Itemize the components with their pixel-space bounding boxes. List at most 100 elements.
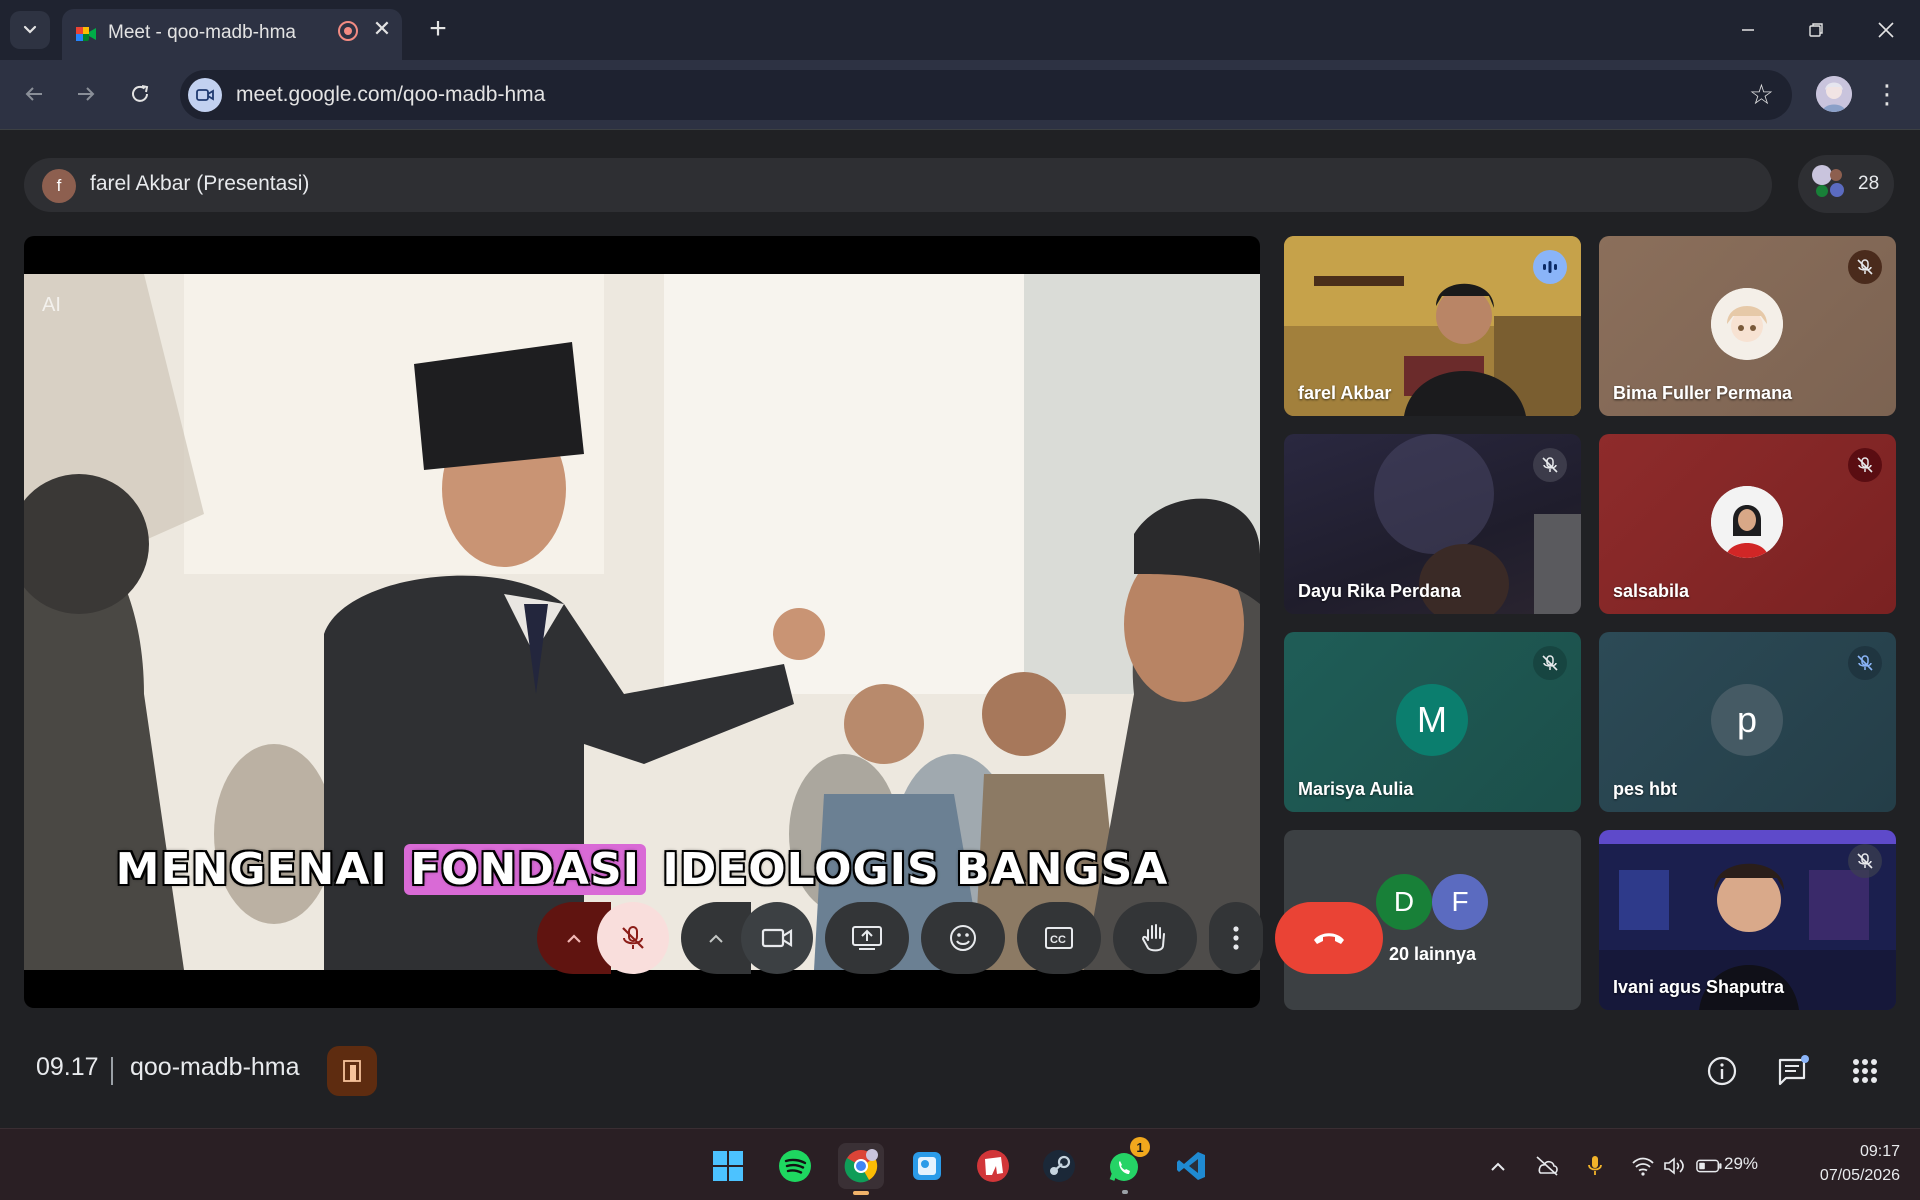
new-tab-button[interactable]: + — [420, 12, 456, 46]
participant-tile[interactable]: p pes hbt — [1599, 632, 1896, 812]
presentation-stage[interactable]: AI MENGENAI FONDASI IDEOLOGIS BANGSA — [24, 236, 1260, 1008]
present-screen-button[interactable] — [825, 902, 909, 974]
divider — [111, 1057, 113, 1085]
presenting-label: farel Akbar (Presentasi) — [90, 172, 310, 195]
participant-tile[interactable]: Ivani agus Shaputra — [1599, 830, 1896, 1010]
raise-hand-icon — [1141, 924, 1165, 952]
chevron-up-icon — [567, 934, 581, 943]
battery-icon[interactable] — [1696, 1153, 1722, 1179]
tab-close-icon[interactable]: ✕ — [368, 15, 396, 43]
more-options-button[interactable] — [1209, 902, 1263, 974]
mic-off-icon — [1848, 844, 1882, 878]
participants-button[interactable]: 28 — [1798, 155, 1894, 213]
host-controls-button[interactable] — [327, 1046, 377, 1096]
participant-tile[interactable]: salsabila — [1599, 434, 1896, 614]
participant-count: 28 — [1858, 173, 1880, 194]
tab-title: Meet - qoo-madb-hma — [108, 22, 296, 43]
chevron-up-icon[interactable] — [1485, 1153, 1511, 1179]
arrow-left-icon — [25, 87, 42, 101]
reload-button[interactable] — [120, 74, 160, 114]
reactions-button[interactable] — [921, 902, 1005, 974]
info-icon — [1707, 1056, 1737, 1086]
profile-picture — [1816, 76, 1852, 112]
mic-off-icon — [622, 926, 644, 949]
browser-menu-icon[interactable]: ⋮ — [1872, 74, 1902, 114]
video-camera-icon — [196, 89, 214, 101]
emoji-icon — [950, 925, 976, 951]
profile-avatar[interactable] — [1816, 76, 1852, 112]
chrome-app[interactable] — [838, 1143, 884, 1195]
close-window-button[interactable] — [1862, 10, 1910, 50]
site-info-icon[interactable] — [188, 78, 222, 112]
cloud-off-icon[interactable] — [1534, 1153, 1560, 1179]
chat-button[interactable] — [1771, 1049, 1815, 1093]
present-screen-icon — [852, 926, 882, 950]
bookmark-star-icon[interactable]: ☆ — [1749, 78, 1774, 111]
wifi-icon[interactable] — [1630, 1153, 1656, 1179]
url-text[interactable]: meet.google.com/qoo-madb-hma — [236, 83, 545, 107]
whatsapp-app[interactable]: 1 — [1102, 1137, 1150, 1194]
system-time[interactable]: 09:17 — [1800, 1143, 1900, 1161]
riot-icon — [977, 1150, 1009, 1182]
camera-toggle-button[interactable] — [741, 902, 813, 974]
photos-icon — [913, 1152, 941, 1180]
vscode-icon — [1177, 1152, 1205, 1180]
meeting-clock: 09.17 — [36, 1053, 99, 1081]
chrome-icon — [844, 1149, 878, 1183]
raise-hand-button[interactable] — [1113, 902, 1197, 974]
activities-button[interactable] — [1843, 1049, 1887, 1093]
participant-mini-avatar — [1816, 185, 1828, 197]
participant-name: Marisya Aulia — [1298, 779, 1414, 799]
slide-caption: MENGENAI FONDASI IDEOLOGIS BANGSA — [24, 844, 1260, 895]
forward-button[interactable] — [66, 74, 106, 114]
restore-button[interactable] — [1792, 10, 1840, 50]
participant-name: Bima Fuller Permana — [1613, 383, 1793, 403]
participant-mini-avatar — [1830, 183, 1844, 197]
minimize-icon — [1742, 29, 1754, 31]
notification-badge: 1 — [1130, 1137, 1150, 1157]
participant-name: Dayu Rika Perdana — [1298, 581, 1462, 601]
participant-tile[interactable]: M Marisya Aulia — [1284, 632, 1581, 812]
reload-icon — [132, 85, 149, 102]
minimize-button[interactable] — [1724, 10, 1772, 50]
meeting-code: qoo-madb-hma — [130, 1053, 300, 1081]
meeting-details-button[interactable] — [1700, 1049, 1744, 1093]
presenting-banner[interactable]: f farel Akbar (Presentasi) — [24, 158, 1772, 212]
video-camera-icon — [761, 928, 793, 948]
participant-name: salsabila — [1613, 581, 1690, 601]
back-button[interactable] — [14, 74, 54, 114]
start-button[interactable] — [705, 1143, 751, 1189]
steam-app[interactable] — [1036, 1143, 1082, 1189]
tab-search-button[interactable] — [10, 11, 50, 49]
participant-tile[interactable]: Bima Fuller Permana — [1599, 236, 1896, 416]
battery-percentage: 29% — [1724, 1154, 1759, 1173]
restore-icon — [1809, 23, 1823, 37]
volume-icon[interactable] — [1662, 1153, 1688, 1179]
windows-logo-icon — [713, 1151, 743, 1181]
game-launcher-app[interactable] — [970, 1143, 1016, 1189]
microphone-toggle-button[interactable] — [597, 902, 669, 974]
vscode-app[interactable] — [1168, 1143, 1214, 1189]
slide-caption-highlight: FONDASI — [404, 844, 646, 895]
svg-text:CC: CC — [1050, 934, 1066, 946]
steam-icon — [1043, 1150, 1075, 1182]
captions-button[interactable]: CC — [1017, 902, 1101, 974]
participant-avatar — [1711, 288, 1783, 360]
photos-app[interactable] — [904, 1143, 950, 1189]
browser-tab-meet[interactable]: Meet - qoo-madb-hma ✕ — [62, 9, 402, 60]
participant-tile[interactable]: Dayu Rika Perdana — [1284, 434, 1581, 614]
microphone-in-use-icon[interactable] — [1582, 1153, 1608, 1179]
close-icon — [1878, 22, 1894, 38]
participant-avatar — [1711, 486, 1783, 558]
end-call-icon — [1314, 933, 1344, 944]
participant-avatar: M — [1396, 684, 1468, 756]
leave-call-button[interactable] — [1275, 902, 1383, 974]
address-bar[interactable]: meet.google.com/qoo-madb-hma ☆ — [180, 70, 1792, 120]
mic-off-icon — [1533, 448, 1567, 482]
chevron-down-icon — [23, 25, 37, 34]
spotify-app[interactable] — [772, 1143, 818, 1189]
participant-tile[interactable]: farel Akbar — [1284, 236, 1581, 416]
running-app-indicator — [1122, 1190, 1128, 1194]
mic-off-icon — [1848, 448, 1882, 482]
system-date[interactable]: 07/05/2026 — [1780, 1167, 1900, 1185]
